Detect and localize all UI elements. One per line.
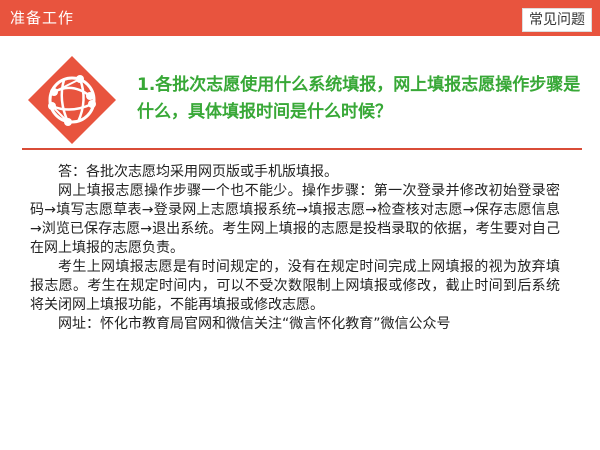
header-bar: 准备工作 常见问题 — [0, 0, 600, 36]
divider-line — [22, 148, 582, 150]
answer-paragraph: 网址：怀化市教育局官网和微信关注“微言怀化教育”微信公众号 — [58, 316, 451, 332]
question-heading: 1.各批次志愿使用什么系统填报，网上填报志愿操作步骤是什么，具体填报时间是什么时… — [137, 75, 581, 122]
section-title: 准备工作 — [10, 9, 75, 27]
answer-paragraph: 答：各批次志愿均采用网页版或手机版填报。 — [58, 164, 338, 180]
answer-paragraph: 网上填报志愿操作步骤一个也不能少。操作步骤：第一次登录并修改初始登录密码→填写志… — [30, 183, 560, 256]
globe-network-icon — [24, 52, 120, 148]
answer-paragraph: 考生上网填报志愿是有时间规定的，没有在规定时间完成上网填报的视为放弃填报志愿。考… — [30, 259, 560, 313]
faq-tag: 常见问题 — [522, 8, 592, 32]
answer-text: 答：各批次志愿均采用网页版或手机版填报。 网上填报志愿操作步骤一个也不能少。操作… — [30, 163, 560, 334]
